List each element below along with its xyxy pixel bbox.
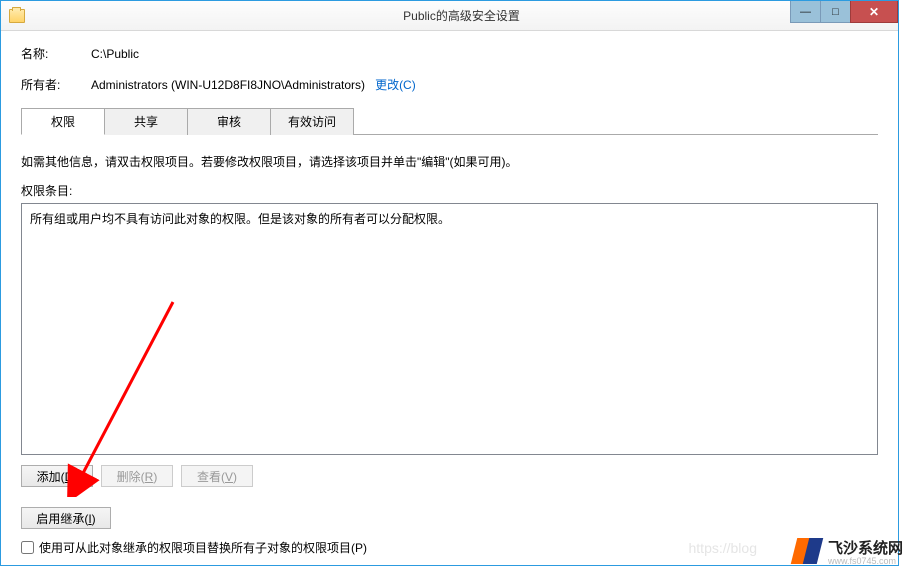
window-controls: — □ ✕ [790, 1, 898, 23]
name-row: 名称: C:\Public [21, 45, 878, 62]
owner-value: Administrators (WIN-U12D8FI8JNO\Administ… [91, 78, 365, 92]
enable-inherit-button[interactable]: 启用继承(I) [21, 507, 111, 529]
instructions-text: 如需其他信息，请双击权限项目。若要修改权限项目，请选择该项目并单击"编辑"(如果… [21, 153, 878, 170]
remove-button: 删除(R) [101, 465, 173, 487]
name-value: C:\Public [91, 47, 139, 61]
folder-icon [9, 9, 25, 23]
maximize-button[interactable]: □ [820, 1, 850, 23]
tab-audit[interactable]: 审核 [187, 108, 271, 135]
change-owner-link[interactable]: 更改(C) [375, 76, 416, 93]
titlebar: Public的高级安全设置 — □ ✕ [1, 1, 898, 31]
owner-label: 所有者: [21, 76, 91, 93]
tab-share[interactable]: 共享 [104, 108, 188, 135]
permissions-empty-message: 所有组或用户均不具有访问此对象的权限。但是该对象的所有者可以分配权限。 [30, 212, 450, 226]
action-button-row: 添加(D) 删除(R) 查看(V) [21, 465, 878, 487]
security-settings-window: Public的高级安全设置 — □ ✕ 名称: C:\Public 所有者: A… [0, 0, 899, 566]
add-button[interactable]: 添加(D) [21, 465, 93, 487]
tab-permissions[interactable]: 权限 [21, 108, 105, 135]
replace-permissions-label[interactable]: 使用可从此对象继承的权限项目替换所有子对象的权限项目(P) [39, 539, 367, 556]
tab-strip: 权限 共享 审核 有效访问 [21, 107, 878, 135]
inherit-row: 启用继承(I) [21, 497, 878, 529]
minimize-button[interactable]: — [790, 1, 820, 23]
replace-permissions-checkbox[interactable] [21, 541, 34, 554]
close-button[interactable]: ✕ [850, 1, 898, 23]
name-label: 名称: [21, 45, 91, 62]
view-button: 查看(V) [181, 465, 253, 487]
window-title: Public的高级安全设置 [25, 7, 898, 24]
tab-effective-access[interactable]: 有效访问 [270, 108, 354, 135]
permissions-list[interactable]: 所有组或用户均不具有访问此对象的权限。但是该对象的所有者可以分配权限。 [21, 203, 878, 455]
entries-label: 权限条目: [21, 182, 878, 199]
content-area: 名称: C:\Public 所有者: Administrators (WIN-U… [1, 31, 898, 566]
owner-row: 所有者: Administrators (WIN-U12D8FI8JNO\Adm… [21, 76, 878, 93]
replace-checkbox-row: 使用可从此对象继承的权限项目替换所有子对象的权限项目(P) [21, 539, 878, 556]
